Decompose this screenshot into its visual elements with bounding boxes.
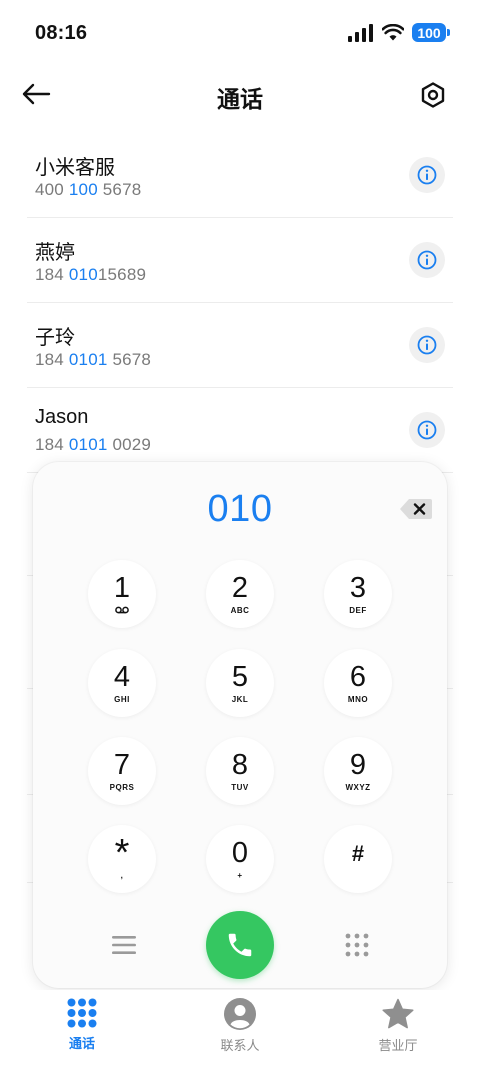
key-hash[interactable]: #: [324, 825, 392, 893]
status-bar: 08:16 100: [0, 0, 480, 66]
tab-calls[interactable]: 通话: [27, 998, 137, 1052]
tab-label: 联系人: [220, 1038, 260, 1053]
settings-button[interactable]: [416, 78, 450, 112]
key-star[interactable]: * ,: [88, 825, 156, 893]
contact-row[interactable]: 小米客服 400 100 5678: [27, 133, 453, 218]
dialed-number[interactable]: 010: [33, 488, 447, 531]
person-icon: [224, 998, 256, 1030]
dial-pad-panel: 010 1 2 ABC 3 DEF 4 GHI 5 JKL 6 MNO 7 PQ…: [33, 462, 447, 988]
contact-name: 子玲: [35, 327, 75, 349]
contact-number: 184 0101 5678: [35, 350, 152, 369]
contact-list: 小米客服 400 100 5678 燕婷 184 01015689 子玲 184…: [27, 133, 453, 473]
key-2[interactable]: 2 ABC: [206, 560, 274, 628]
menu-icon: [112, 936, 136, 954]
info-icon: [417, 335, 437, 355]
contact-number: 184 01015689: [35, 265, 147, 284]
key-7[interactable]: 7 PQRS: [88, 737, 156, 805]
contact-row[interactable]: 燕婷 184 01015689: [27, 218, 453, 303]
contact-name: 燕婷: [35, 242, 75, 264]
number-match-highlight: 010: [68, 265, 98, 284]
tab-label: 营业厅: [378, 1038, 418, 1053]
key-1[interactable]: 1: [88, 560, 156, 628]
phone-screen: 08:16 100 通话 小米客服 400 100 5678 燕婷 184 01…: [0, 0, 480, 1067]
battery-indicator: 100: [412, 23, 450, 42]
number-match-highlight: 0101: [68, 350, 108, 369]
tab-label: 通话: [68, 1036, 95, 1051]
dialpad-dots-icon: [345, 933, 369, 957]
dialpad-grid-icon: [67, 998, 97, 1028]
key-3[interactable]: 3 DEF: [324, 560, 392, 628]
key-9[interactable]: 9 WXYZ: [324, 737, 392, 805]
status-time: 08:16: [35, 22, 88, 44]
call-button[interactable]: [206, 911, 274, 979]
contact-name: Jason: [35, 406, 89, 428]
hide-keypad-button[interactable]: [340, 930, 374, 960]
tab-contacts[interactable]: 联系人: [185, 998, 295, 1054]
contact-name: 小米客服: [35, 157, 115, 179]
number-match-highlight: 100: [68, 180, 98, 199]
key-5[interactable]: 5 JKL: [206, 649, 274, 717]
backspace-button[interactable]: [399, 498, 433, 524]
bottom-navigation: 通话 联系人 营业厅: [0, 990, 480, 1067]
contact-info-button[interactable]: [409, 327, 445, 363]
settings-hexagon-icon: [421, 82, 445, 108]
contact-number: 184 0101 0029: [35, 435, 152, 454]
menu-button[interactable]: [107, 930, 141, 960]
key-8[interactable]: 8 TUV: [206, 737, 274, 805]
page-title: 通话: [217, 86, 263, 112]
key-0[interactable]: 0 +: [206, 825, 274, 893]
info-icon: [417, 165, 437, 185]
key-6[interactable]: 6 MNO: [324, 649, 392, 717]
header: 通话: [0, 70, 480, 120]
info-icon: [417, 250, 437, 270]
contact-row[interactable]: 子玲 184 0101 5678: [27, 303, 453, 388]
contact-info-button[interactable]: [409, 412, 445, 448]
signal-icon: [348, 23, 373, 42]
info-icon: [417, 420, 437, 440]
contact-number: 400 100 5678: [35, 180, 142, 199]
star-icon: [382, 998, 414, 1029]
key-4[interactable]: 4 GHI: [88, 649, 156, 717]
backspace-icon: [400, 499, 432, 519]
status-icons: 100: [348, 23, 450, 42]
contact-info-button[interactable]: [409, 242, 445, 278]
voicemail-icon: [115, 606, 129, 613]
number-match-highlight: 0101: [68, 435, 108, 454]
phone-icon: [228, 933, 252, 957]
contact-row[interactable]: Jason 184 0101 0029: [27, 388, 453, 473]
tab-service-hall[interactable]: 营业厅: [343, 998, 453, 1054]
wifi-icon: [382, 24, 404, 41]
contact-info-button[interactable]: [409, 157, 445, 193]
